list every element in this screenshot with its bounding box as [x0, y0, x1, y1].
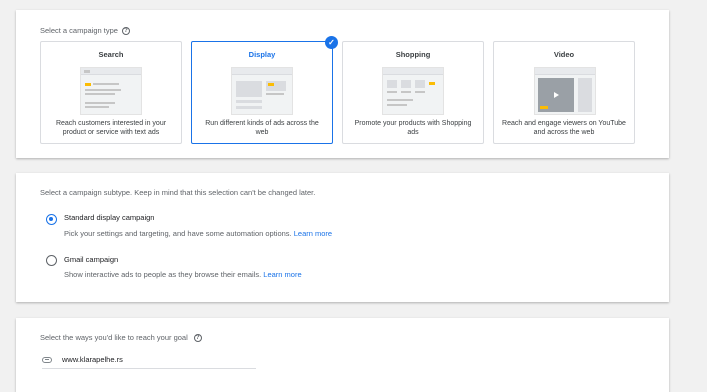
goal-panel: Select the ways you'd like to reach your… [16, 318, 669, 392]
card-video[interactable]: Video Reach and engage viewers on YouTub… [493, 41, 635, 144]
campaign-subtype-title: Select a campaign subtype. Keep in mind … [40, 188, 316, 197]
card-desc-display: Run different kinds of ads across the we… [205, 120, 319, 136]
standard-display-desc-text: Pick your settings and targeting, and ha… [64, 229, 292, 238]
card-desc-search: Reach customers interested in your produ… [55, 120, 167, 136]
standard-display-radio[interactable] [46, 214, 57, 225]
card-title-shopping: Shopping [395, 50, 431, 59]
gmail-campaign-desc-text: Show interactive ads to people as they b… [64, 270, 262, 279]
search-thumbnail [80, 67, 142, 115]
standard-display-desc: Pick your settings and targeting, and ha… [64, 229, 332, 238]
card-desc-shopping: Promote your products with Shopping ads [354, 120, 472, 136]
shopping-thumbnail [382, 67, 444, 115]
card-title-display: Display [248, 50, 276, 59]
link-icon [42, 356, 52, 363]
card-title-search: Search [98, 50, 124, 59]
campaign-subtype-panel: Select a campaign subtype. Keep in mind … [16, 173, 669, 302]
goal-header: Select the ways you'd like to reach your… [40, 333, 202, 342]
gmail-campaign-desc: Show interactive ads to people as they b… [64, 270, 302, 279]
video-thumbnail [534, 67, 596, 115]
check-icon: ✓ [325, 36, 338, 49]
card-desc-video: Reach and engage viewers on YouTube and … [502, 120, 626, 136]
campaign-type-title: Select a campaign type [40, 26, 118, 35]
campaign-type-panel: Select a campaign type ? Search Reach cu… [16, 10, 669, 158]
website-url-value: www.klarapelhe.rs [62, 355, 123, 364]
learn-more-link[interactable]: Learn more [263, 270, 301, 279]
card-display[interactable]: Display Run different kinds of ads acros… [191, 36, 338, 144]
website-url-field[interactable]: www.klarapelhe.rs [42, 351, 256, 369]
goal-title: Select the ways you'd like to reach your… [40, 333, 188, 342]
help-icon[interactable]: ? [121, 26, 130, 35]
card-title-video: Video [553, 50, 575, 59]
campaign-type-header: Select a campaign type ? [40, 26, 130, 35]
standard-display-title: Standard display campaign [64, 213, 155, 222]
display-thumbnail [231, 67, 293, 115]
card-search[interactable]: Search Reach customers interested in you… [40, 41, 182, 144]
help-icon[interactable]: ? [193, 333, 202, 342]
gmail-campaign-radio[interactable] [46, 255, 57, 266]
learn-more-link[interactable]: Learn more [294, 229, 332, 238]
gmail-campaign-title: Gmail campaign [64, 255, 119, 264]
card-shopping[interactable]: Shopping Promote your products with Shop… [342, 41, 484, 144]
